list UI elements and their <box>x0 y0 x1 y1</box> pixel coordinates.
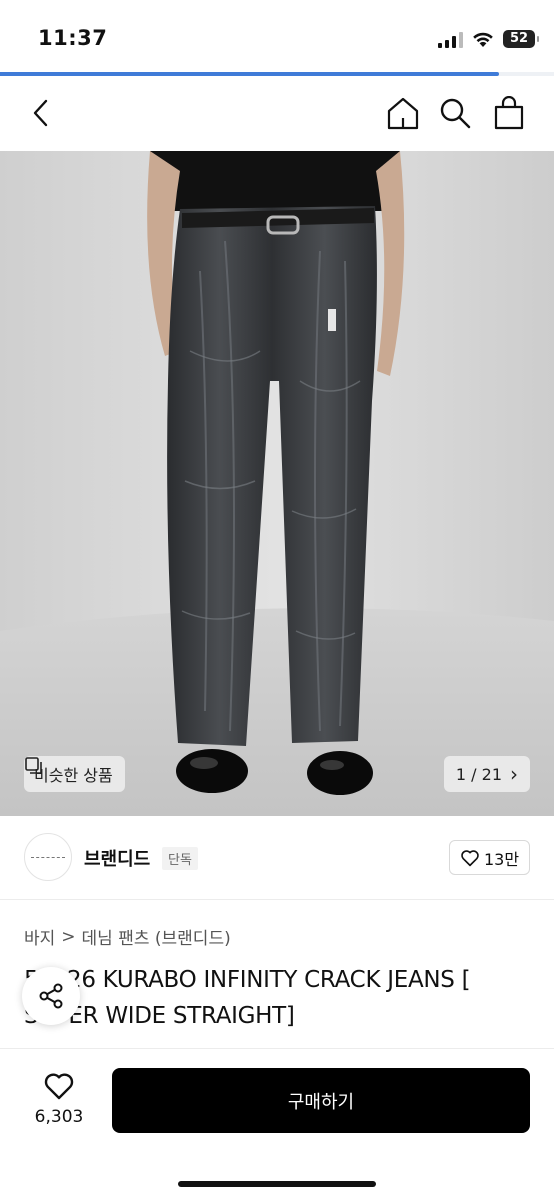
product-title: 51026 KURABO INFINITY CRACK JEANS [ SUPE… <box>24 962 534 1034</box>
similar-icon <box>25 757 42 774</box>
exclusive-badge: 단독 <box>162 847 198 870</box>
breadcrumb-separator: > <box>61 926 76 947</box>
image-counter: 1 / 21 <box>455 764 502 784</box>
heart-icon <box>44 1073 74 1100</box>
bag-icon <box>494 96 524 130</box>
product-title-line2: SUPER WIDE STRAIGHT] <box>24 1003 295 1029</box>
product-title-line1: 51026 KURABO INFINITY CRACK JEANS [ <box>24 967 471 993</box>
home-indicator <box>178 1181 376 1187</box>
image-counter-button[interactable]: 1 / 21 › <box>443 756 530 792</box>
wishlist-count: 6,303 <box>34 1107 84 1127</box>
back-button[interactable] <box>22 94 60 132</box>
signal-icon <box>438 32 463 48</box>
chevron-right-icon: › <box>510 762 518 786</box>
brand-name[interactable]: 브랜디드 <box>84 845 150 871</box>
breadcrumb-subcategory[interactable]: 데님 팬츠 (브랜디드) <box>82 924 231 949</box>
brand-row: 브랜디드 단독 13만 <box>0 816 554 900</box>
back-icon <box>33 99 48 127</box>
product-photo <box>0 151 554 816</box>
home-icon <box>387 97 419 130</box>
brand-like-count: 13만 <box>483 849 520 869</box>
home-button[interactable] <box>384 94 422 132</box>
breadcrumb: 바지 > 데님 팬츠 (브랜디드) <box>24 924 231 950</box>
wifi-icon <box>473 32 493 47</box>
share-button[interactable] <box>22 967 80 1025</box>
status-time: 11:37 <box>38 26 108 50</box>
bag-button[interactable] <box>490 94 528 132</box>
share-icon <box>39 983 63 1009</box>
similar-products-label: 비슷한 상품 <box>34 766 113 785</box>
breadcrumb-category[interactable]: 바지 <box>24 924 55 949</box>
brand-like-button[interactable]: 13만 <box>449 840 530 875</box>
buy-button-label: 구매하기 <box>287 1091 355 1113</box>
product-image-carousel[interactable]: 비슷한 상품 1 / 21 › <box>0 151 554 816</box>
search-button[interactable] <box>436 94 474 132</box>
battery-icon: 52 <box>503 30 539 48</box>
status-bar: 11:37 52 <box>0 0 554 72</box>
search-icon <box>440 98 471 129</box>
wishlist-button[interactable]: 6,303 <box>24 1071 94 1127</box>
brand-logo[interactable] <box>24 833 72 881</box>
heart-icon <box>461 849 479 866</box>
similar-products-button[interactable]: 비슷한 상품 <box>24 756 125 792</box>
top-nav <box>0 76 554 151</box>
battery-level: 52 <box>509 31 529 46</box>
buy-button[interactable]: 구매하기 <box>112 1068 530 1133</box>
bottom-action-bar: 6,303 구매하기 <box>0 1048 554 1200</box>
